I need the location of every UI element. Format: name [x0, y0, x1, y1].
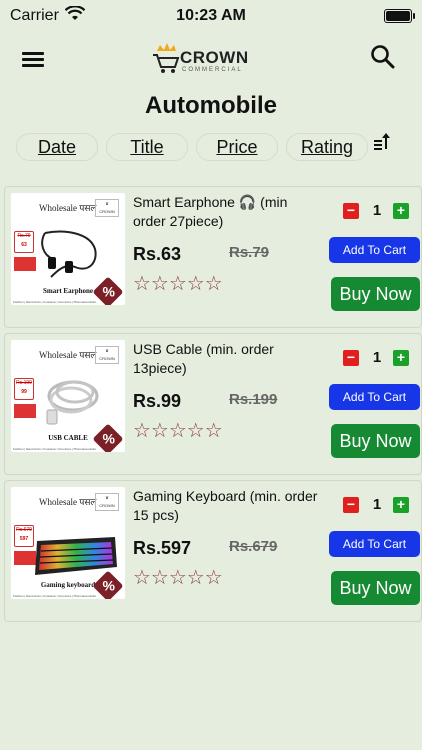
buy-now-button[interactable]: Buy Now: [331, 277, 420, 311]
thumb-offer-label: [14, 404, 36, 418]
qty-minus-button[interactable]: −: [343, 350, 359, 366]
star-rating[interactable]: ☆☆☆☆☆: [133, 418, 223, 443]
product-card[interactable]: Wholesale पसल ♛ CROWN Rs.79 63 Smart Earph…: [4, 186, 422, 328]
thumb-offer-label: [14, 257, 36, 271]
thumb-footer: Fashion | Electronics | Footwear | Groce…: [13, 300, 96, 304]
star-rating[interactable]: ☆☆☆☆☆: [133, 565, 223, 590]
star-rating[interactable]: ☆☆☆☆☆: [133, 271, 223, 296]
thumb-store-title: Wholesale पसल: [39, 350, 97, 360]
product-image[interactable]: Wholesale पसल ♛ CROWN Rs.679 597 Gaming ke…: [11, 487, 125, 599]
quantity-stepper: − 1 +: [343, 202, 413, 221]
product-mrp: Rs.199: [229, 391, 278, 408]
thumb-logo: ♛ CROWN: [95, 346, 119, 364]
product-name[interactable]: Gaming Keyboard (min. order 15 pcs): [133, 487, 318, 525]
sort-date-button[interactable]: Date: [16, 133, 98, 161]
logo-brand-text: CROWN: [180, 48, 249, 67]
crown-logo: CROWN COMMERCIAL: [152, 40, 272, 78]
product-price: Rs.597: [133, 538, 192, 558]
logo-sub-text: COMMERCIAL: [182, 67, 243, 73]
qty-plus-button[interactable]: +: [393, 497, 409, 513]
usb-cable-illustration: [46, 380, 99, 425]
sort-rating-button[interactable]: Rating: [286, 133, 368, 161]
battery-icon: [384, 9, 415, 23]
page-title: Automobile: [145, 92, 277, 119]
product-name[interactable]: USB Cable (min. order 13piece): [133, 340, 318, 378]
thumb-price-tag: Rs.679 597: [14, 525, 34, 547]
thumb-store-title: Wholesale पसल: [39, 203, 97, 213]
quantity-stepper: − 1 +: [343, 496, 413, 515]
product-image[interactable]: Wholesale पसल ♛ CROWN Rs.79 63 Smart Earph…: [11, 193, 125, 305]
thumb-logo: ♛ CROWN: [95, 493, 119, 511]
qty-minus-button[interactable]: −: [343, 497, 359, 513]
buy-now-button[interactable]: Buy Now: [331, 571, 420, 605]
sort-bar: Date Title Price Rating: [16, 133, 416, 161]
qty-value: 1: [372, 496, 382, 513]
thumb-price-tag: Rs.79 63: [14, 231, 34, 253]
product-card[interactable]: Wholesale पसल ♛ CROWN Rs.679 597 Gaming ke…: [4, 480, 422, 622]
product-mrp: Rs.679: [229, 538, 278, 555]
product-card[interactable]: Wholesale पसल ♛ CROWN Rs.199 99 USB CABLE …: [4, 333, 422, 475]
product-price: Rs.63: [133, 244, 182, 264]
product-name[interactable]: Smart Earphone 🎧 (min order 27piece): [133, 193, 318, 231]
thumb-footer: Fashion | Electronics | Footwear | Groce…: [13, 594, 96, 598]
thumb-store-title: Wholesale पसल: [39, 497, 97, 507]
qty-plus-button[interactable]: +: [393, 203, 409, 219]
thumb-footer: Fashion | Electronics | Footwear | Groce…: [13, 447, 96, 451]
add-to-cart-button[interactable]: Add To Cart: [329, 531, 420, 557]
qty-value: 1: [372, 349, 382, 366]
qty-minus-button[interactable]: −: [343, 203, 359, 219]
cart-crown-icon: [153, 43, 180, 73]
buy-now-button[interactable]: Buy Now: [331, 424, 420, 458]
hamburger-icon[interactable]: [22, 52, 46, 70]
qty-plus-button[interactable]: +: [393, 350, 409, 366]
status-bar: Carrier 10:23 AM: [0, 0, 422, 34]
search-icon[interactable]: [370, 44, 396, 70]
earphone-illustration: [41, 230, 97, 278]
thumb-price-tag: Rs.199 99: [14, 378, 34, 400]
product-price: Rs.99: [133, 391, 182, 411]
top-nav: CROWN COMMERCIAL: [0, 34, 422, 84]
sort-ascending-icon[interactable]: [372, 131, 392, 153]
thumb-logo: ♛ CROWN: [95, 199, 119, 217]
quantity-stepper: − 1 +: [343, 349, 413, 368]
qty-value: 1: [372, 202, 382, 219]
sort-title-button[interactable]: Title: [106, 133, 188, 161]
sort-price-button[interactable]: Price: [196, 133, 278, 161]
product-mrp: Rs.79: [229, 244, 270, 261]
add-to-cart-button[interactable]: Add To Cart: [329, 384, 420, 410]
product-image[interactable]: Wholesale पसल ♛ CROWN Rs.199 99 USB CABLE …: [11, 340, 125, 452]
add-to-cart-button[interactable]: Add To Cart: [329, 237, 420, 263]
clock: 10:23 AM: [176, 7, 246, 24]
